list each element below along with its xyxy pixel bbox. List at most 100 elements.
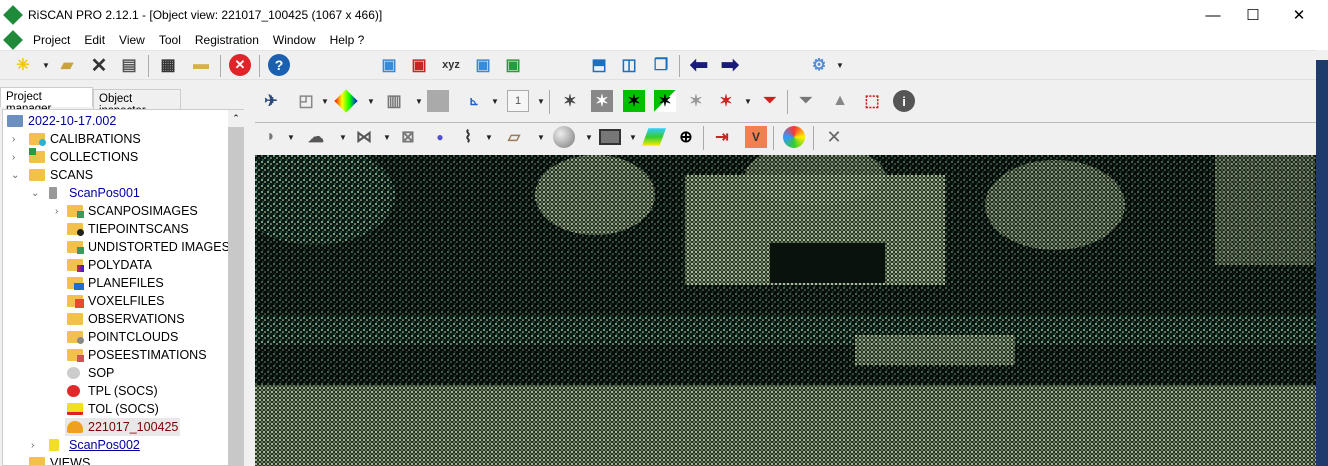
image-view-icon[interactable]: ▣	[472, 54, 494, 76]
save-folder-icon[interactable]: ▬	[190, 54, 212, 76]
target-icon[interactable]: ⊕	[675, 126, 697, 148]
windows-icon[interactable]: ▣	[378, 54, 400, 76]
open-folder-icon[interactable]: ▰	[56, 54, 78, 76]
deselect-icon[interactable]: ✶	[685, 90, 707, 112]
measure-icon[interactable]: ⇥	[711, 126, 733, 148]
tree-item-scanpos001[interactable]: ScanPos001	[49, 184, 140, 202]
dropdown-arrow-icon[interactable]: ▼	[744, 97, 752, 106]
tab-object-inspector[interactable]: Object inspector	[93, 89, 181, 117]
point-icon[interactable]: ●	[429, 126, 451, 148]
dropdown-arrow-icon[interactable]: ▼	[321, 97, 329, 106]
tree-item-scanpos002[interactable]: ScanPos002	[49, 436, 140, 454]
split-vertical-icon[interactable]: ◫	[618, 54, 640, 76]
maximize-button[interactable]: ☐	[1230, 0, 1276, 30]
filter-icon[interactable]: ⏷	[759, 90, 781, 112]
cascade-icon[interactable]: ❐	[650, 54, 672, 76]
info-view-icon[interactable]: ▣	[502, 54, 524, 76]
invert-selection-icon[interactable]: ✶	[654, 90, 676, 112]
cloud-grid-icon[interactable]: ☁	[305, 126, 327, 148]
app-menu-icon[interactable]	[3, 30, 23, 50]
tree-item-voxelfiles[interactable]: VOXELFILES	[67, 292, 164, 310]
tree-root[interactable]: 2022-10-17.002	[7, 112, 116, 130]
color-map-icon[interactable]	[334, 89, 358, 113]
remove-mesh-icon[interactable]: ⊠	[397, 126, 419, 148]
plane-icon[interactable]: ▱	[503, 126, 525, 148]
box-points-icon[interactable]: ⬚	[861, 90, 883, 112]
menu-registration[interactable]: Registration	[188, 33, 266, 47]
tree-item-views[interactable]: VIEWS	[29, 454, 90, 465]
mesh-icon[interactable]: ◗	[260, 126, 282, 148]
dropdown-arrow-icon[interactable]: ▼	[629, 133, 637, 142]
tree-item-tiepointscans[interactable]: TIEPOINTSCANS	[67, 220, 189, 238]
menu-project[interactable]: Project	[26, 33, 77, 47]
dropdown-arrow-icon[interactable]: ▼	[585, 133, 593, 142]
select-inside-icon[interactable]: ✶	[591, 90, 613, 112]
coordinates-icon[interactable]: xyz	[440, 54, 462, 76]
tree-item-scans[interactable]: SCANS	[29, 166, 93, 184]
delete-icon[interactable]: ✕	[88, 54, 110, 77]
scroll-up-icon[interactable]: ⌃	[228, 110, 244, 127]
dropdown-arrow-icon[interactable]: ▼	[836, 61, 844, 70]
close-button[interactable]: ✕	[1276, 0, 1322, 30]
tree-item-undistorted-images[interactable]: UNDISTORTED IMAGES	[67, 238, 230, 256]
tree-item-polydata[interactable]: POLYDATA	[67, 256, 152, 274]
dropdown-arrow-icon[interactable]: ▼	[287, 133, 295, 142]
sphere-icon[interactable]	[553, 126, 575, 148]
menu-edit[interactable]: Edit	[77, 33, 112, 47]
tree-scrollbar[interactable]: ⌃	[228, 110, 244, 466]
pick-select-icon[interactable]: ✶	[715, 90, 737, 112]
dropdown-arrow-icon[interactable]: ▼	[537, 133, 545, 142]
menu-view[interactable]: View	[112, 33, 152, 47]
network-icon[interactable]: ⋈	[353, 126, 375, 148]
dropdown-arrow-icon[interactable]: ▼	[415, 97, 423, 106]
new-project-icon[interactable]: ✳	[12, 54, 34, 76]
navigate-icon[interactable]: ✈	[260, 90, 282, 112]
split-horizontal-icon[interactable]: ⬒	[588, 54, 610, 76]
polyline-icon[interactable]: ⌇	[457, 126, 479, 148]
properties-icon[interactable]: ▦	[157, 54, 179, 76]
dropdown-arrow-icon[interactable]: ▼	[367, 97, 375, 106]
color-wheel-icon[interactable]	[783, 126, 805, 148]
menu-help[interactable]: Help ?	[323, 33, 372, 47]
cylinders-icon[interactable]: ▥	[383, 90, 405, 112]
tab-project-manager[interactable]: Project manager	[0, 87, 93, 115]
layers-icon[interactable]	[641, 128, 667, 146]
help-icon[interactable]: ?	[268, 54, 290, 76]
tree-item-calibrations[interactable]: CALIBRATIONS	[29, 130, 141, 148]
tree-item-scanposimages[interactable]: SCANPOSIMAGES	[67, 202, 198, 220]
point-cloud-viewport[interactable]	[255, 155, 1316, 466]
terrain-icon[interactable]: ▲	[829, 90, 851, 112]
tree-item-tpl[interactable]: TPL (SOCS)	[67, 382, 158, 400]
select-polygon-icon[interactable]: ✶	[559, 90, 581, 112]
object-colors-icon[interactable]: ▣	[408, 54, 430, 76]
close-view-icon[interactable]: ✕	[823, 126, 845, 148]
info-icon[interactable]: i	[893, 90, 915, 112]
tree-item-pointclouds[interactable]: POINTCLOUDS	[67, 328, 178, 346]
stop-icon[interactable]: ✕	[229, 54, 251, 76]
tree-item-poseestimations[interactable]: POSEESTIMATIONS	[67, 346, 207, 364]
tree-item-observations[interactable]: OBSERVATIONS	[67, 310, 185, 328]
dropdown-arrow-icon[interactable]: ▼	[485, 133, 493, 142]
select-all-icon[interactable]: ✶	[623, 90, 645, 112]
menu-window[interactable]: Window	[266, 33, 323, 47]
rectangle-icon[interactable]	[599, 129, 621, 145]
solid-cube-icon[interactable]	[427, 90, 449, 112]
dropdown-arrow-icon[interactable]: ▼	[383, 133, 391, 142]
tree-item-sop[interactable]: SOP	[67, 364, 114, 382]
settings-view-icon[interactable]: ⚙	[808, 54, 830, 76]
volume-icon[interactable]: V	[745, 126, 767, 148]
tree-item-tol[interactable]: TOL (SOCS)	[67, 400, 159, 418]
tree-item-collections[interactable]: COLLECTIONS	[29, 148, 138, 166]
menu-tool[interactable]: Tool	[152, 33, 188, 47]
point-cloud-render[interactable]	[255, 155, 1316, 466]
filter-data-icon[interactable]: ⏷	[795, 90, 817, 112]
print-icon[interactable]: ▤	[118, 54, 140, 76]
back-arrow-icon[interactable]: ⬅	[688, 52, 710, 77]
dropdown-arrow-icon[interactable]: ▼	[491, 97, 499, 106]
dropdown-arrow-icon[interactable]: ▼	[537, 97, 545, 106]
layer-number-field[interactable]: 1	[507, 90, 529, 112]
bounding-box-icon[interactable]: ◰	[295, 90, 317, 112]
tree-item-selected-scan[interactable]: 221017_100425	[65, 418, 181, 436]
axes-icon[interactable]: ⊾	[463, 90, 485, 112]
dropdown-arrow-icon[interactable]: ▼	[42, 61, 50, 70]
